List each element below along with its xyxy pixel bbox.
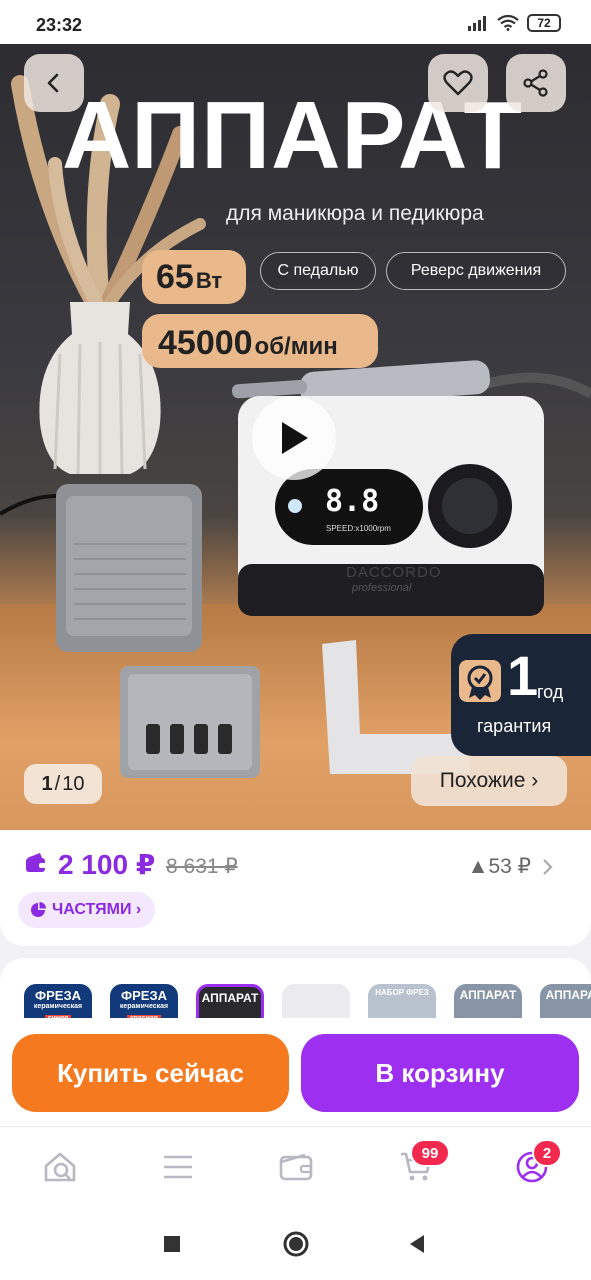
favorite-button[interactable] (428, 54, 488, 112)
hero-subtitle: для маникюра и педикюра (226, 202, 484, 225)
variant-subtitle: керамическая (119, 1003, 169, 1011)
signal-icon (468, 16, 486, 31)
play-icon (282, 422, 308, 454)
price-card: 2 100 ₽ 8 631 ₽ ▲53 ₽ ЧАСТЯМИ › (0, 830, 591, 946)
cart-badge: 99 (410, 1139, 450, 1167)
variant-title: АППАРАТ (201, 991, 259, 1005)
product-gallery[interactable]: 8.8 SPEED:x1000rpm DACCORDO professional… (0, 44, 591, 830)
purchase-action-bar: Купить сейчас В корзину (0, 1018, 591, 1126)
wifi-icon (497, 15, 519, 31)
variant-title: АППАРАТ (545, 988, 591, 1002)
power-value: 65 (156, 258, 194, 296)
play-video-button[interactable] (252, 396, 336, 480)
gallery-counter-current: 1 (41, 772, 53, 795)
bottom-navigation: 99 2 (0, 1126, 591, 1210)
variant-title: НАБОР ФРЕЗ (375, 988, 429, 997)
device-speed-label: SPEED:x1000rpm (326, 524, 391, 533)
wallet-icon (26, 853, 46, 872)
warranty-number: 1 (507, 644, 539, 707)
add-to-cart-button[interactable]: В корзину (301, 1034, 579, 1112)
home-search-icon (44, 1152, 76, 1182)
similar-products-button[interactable]: Похожие › (411, 756, 567, 806)
gallery-counter-total: 10 (62, 772, 85, 795)
heart-icon (443, 70, 473, 96)
installments-button[interactable]: ЧАСТЯМИ › (18, 892, 156, 928)
recent-apps-icon[interactable] (162, 1234, 182, 1254)
price-difference[interactable]: ▲53 ₽ (468, 854, 531, 879)
variant-title: ФРЕЗА (35, 988, 81, 1003)
warranty-badge: 1 год гарантия (451, 634, 591, 756)
battery-indicator: 72 (527, 14, 561, 32)
home-icon[interactable] (282, 1230, 310, 1258)
menu-icon (164, 1155, 192, 1179)
back-icon[interactable] (406, 1233, 428, 1255)
status-bar: 23:32 72 (0, 0, 591, 44)
pie-chart-icon (31, 902, 46, 917)
warranty-label: гарантия (477, 716, 552, 736)
medal-icon (459, 660, 501, 702)
device-brand: DACCORDO (346, 564, 442, 581)
status-time: 23:32 (36, 15, 83, 35)
similar-label: Похожие › (439, 769, 539, 792)
gallery-counter: 1 / 10 (24, 764, 102, 804)
system-navigation (0, 1210, 591, 1280)
device-display: 8.8 (325, 484, 380, 519)
chevron-left-icon (47, 73, 59, 93)
chevron-right-icon[interactable] (541, 858, 555, 876)
feature-chip-pedal: С педалью (260, 252, 376, 290)
share-icon (523, 69, 548, 97)
status-icons: 72 (467, 14, 561, 32)
speed-chip: 45000 об/мин (142, 314, 378, 368)
nav-home[interactable] (40, 1147, 80, 1187)
back-button[interactable] (24, 54, 84, 112)
nav-wallet[interactable] (276, 1147, 316, 1187)
variant-title: ФРЕЗА (121, 988, 167, 1003)
variant-subtitle: керамическая (33, 1003, 83, 1011)
old-price: 8 631 ₽ (166, 855, 238, 878)
speed-value: 45000 (158, 324, 253, 362)
device-line: professional (352, 582, 412, 594)
profile-badge: 2 (532, 1139, 562, 1167)
gallery-counter-separator: / (54, 772, 61, 795)
current-price: 2 100 ₽ (58, 849, 156, 880)
handpiece-stand (322, 640, 470, 774)
warranty-unit: год (537, 682, 564, 702)
wallet-icon (279, 1153, 313, 1181)
feature-chip-reverse: Реверс движения (386, 252, 566, 290)
buy-now-button[interactable]: Купить сейчас (12, 1034, 289, 1112)
share-button[interactable] (506, 54, 566, 112)
variant-title: АППАРАТ (459, 988, 517, 1002)
installments-label: ЧАСТЯМИ › (52, 901, 142, 918)
power-unit: Вт (195, 268, 223, 293)
speed-unit: об/мин (254, 333, 338, 360)
nav-catalog[interactable] (158, 1147, 198, 1187)
power-chip: 65 Вт (142, 250, 246, 304)
